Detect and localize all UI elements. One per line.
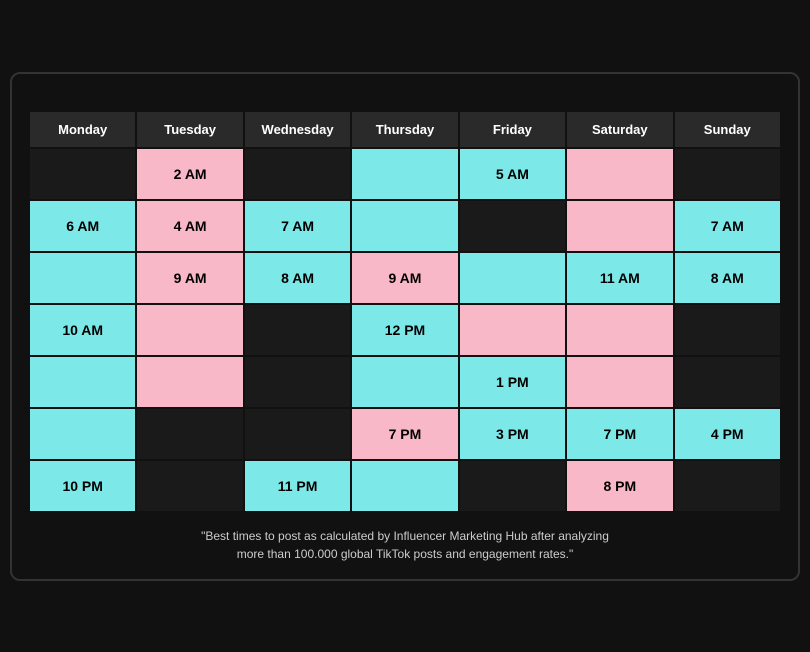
table-cell (136, 356, 243, 408)
table-cell (351, 148, 458, 200)
table-cell (136, 408, 243, 460)
column-header-thursday: Thursday (351, 111, 458, 148)
table-cell (459, 252, 566, 304)
table-cell (674, 356, 781, 408)
table-cell (136, 304, 243, 356)
table-row: 6 AM4 AM7 AM7 AM (29, 200, 781, 252)
table-cell: 7 PM (351, 408, 458, 460)
table-cell: 10 PM (29, 460, 136, 512)
table-cell (566, 148, 673, 200)
table-cell: 12 PM (351, 304, 458, 356)
table-cell: 7 AM (244, 200, 351, 252)
table-cell (351, 356, 458, 408)
table-cell: 8 AM (244, 252, 351, 304)
table-cell (244, 148, 351, 200)
table-cell: 7 PM (566, 408, 673, 460)
column-header-wednesday: Wednesday (244, 111, 351, 148)
schedule-table: MondayTuesdayWednesdayThursdayFridaySatu… (28, 110, 782, 513)
column-header-tuesday: Tuesday (136, 111, 243, 148)
table-cell: 9 AM (136, 252, 243, 304)
table-cell (29, 148, 136, 200)
table-row: 9 AM8 AM9 AM11 AM8 AM (29, 252, 781, 304)
table-cell: 10 AM (29, 304, 136, 356)
column-header-sunday: Sunday (674, 111, 781, 148)
column-header-friday: Friday (459, 111, 566, 148)
table-cell (136, 460, 243, 512)
table-cell (459, 304, 566, 356)
table-cell (244, 356, 351, 408)
table-cell (459, 200, 566, 252)
table-cell (674, 460, 781, 512)
table-cell: 3 PM (459, 408, 566, 460)
column-header-monday: Monday (29, 111, 136, 148)
table-cell (674, 148, 781, 200)
table-cell: 11 PM (244, 460, 351, 512)
column-header-saturday: Saturday (566, 111, 673, 148)
table-cell (351, 200, 458, 252)
table-row: 10 PM 11 PM 8 PM (29, 460, 781, 512)
table-cell (459, 460, 566, 512)
table-cell: 8 PM (566, 460, 673, 512)
table-cell (244, 304, 351, 356)
table-cell (29, 408, 136, 460)
table-cell: 11 AM (566, 252, 673, 304)
table-row: 7 PM3 PM7 PM4 PM (29, 408, 781, 460)
table-cell (566, 304, 673, 356)
table-cell: 6 AM (29, 200, 136, 252)
table-cell (566, 200, 673, 252)
table-row: 1 PM (29, 356, 781, 408)
table-cell: 2 AM (136, 148, 243, 200)
main-card: MondayTuesdayWednesdayThursdayFridaySatu… (10, 72, 800, 581)
table-cell (566, 356, 673, 408)
footer-note: "Best times to post as calculated by Inf… (28, 527, 782, 563)
header-row: MondayTuesdayWednesdayThursdayFridaySatu… (29, 111, 781, 148)
table-cell (244, 408, 351, 460)
table-cell (674, 304, 781, 356)
table-cell (29, 356, 136, 408)
table-cell: 4 AM (136, 200, 243, 252)
table-cell: 7 AM (674, 200, 781, 252)
table-cell (351, 460, 458, 512)
table-cell: 5 AM (459, 148, 566, 200)
table-cell: 1 PM (459, 356, 566, 408)
table-row: 2 AM 5 AM (29, 148, 781, 200)
table-cell: 4 PM (674, 408, 781, 460)
table-cell: 9 AM (351, 252, 458, 304)
table-cell: 8 AM (674, 252, 781, 304)
table-cell (29, 252, 136, 304)
table-row: 10 AM 12 PM (29, 304, 781, 356)
